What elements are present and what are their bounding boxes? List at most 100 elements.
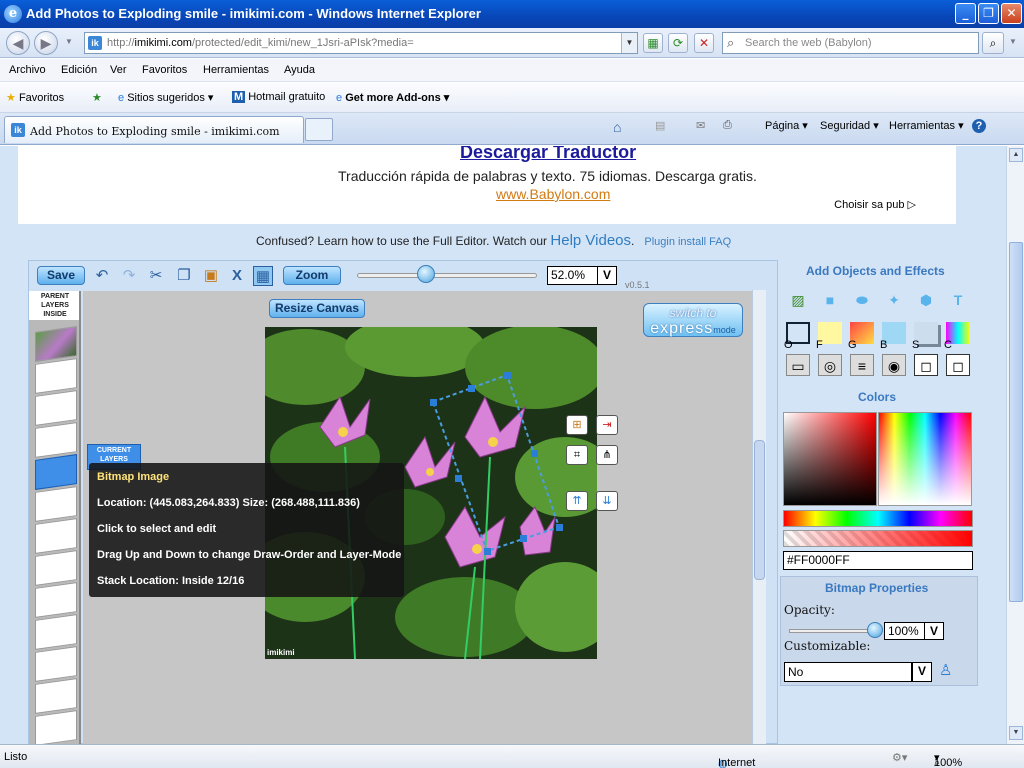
layer-thumbnail[interactable] (35, 614, 77, 650)
zoom-slider[interactable] (357, 273, 537, 278)
stop-icon[interactable]: ✕ (694, 33, 714, 53)
delete-icon[interactable]: X (227, 266, 247, 286)
share-icon[interactable]: ⋔ (596, 445, 618, 465)
tab-active[interactable]: ik Add Photos to Exploding smile - imiki… (4, 116, 304, 143)
add-favorite-icon[interactable]: ★ (92, 91, 102, 104)
choisir-pub-link[interactable]: Choisir sa pub ▷ (834, 198, 916, 211)
search-go-button[interactable]: ⌕ (982, 32, 1004, 54)
tools-menu[interactable]: Herramientas ▾ (889, 119, 964, 132)
page-scrollbar-thumb[interactable] (1009, 242, 1023, 602)
menu-favoritos[interactable]: Favoritos (142, 64, 187, 76)
scroll-down-icon[interactable]: ▼ (1009, 726, 1023, 740)
move-up-icon[interactable]: ⇈ (566, 491, 588, 511)
add-shape-icon[interactable]: ✦ (882, 289, 906, 311)
help-icon[interactable]: ? (972, 119, 986, 133)
layer-thumbnail[interactable] (35, 678, 77, 714)
maximize-button[interactable]: ❐ (978, 3, 999, 24)
address-dropdown-icon[interactable]: ▼ (621, 33, 637, 53)
suggested-sites-link[interactable]: e Sitios sugeridos ▾ (118, 91, 213, 104)
resize-canvas-button[interactable]: Resize Canvas (269, 299, 365, 318)
add-layer-icon[interactable]: ⊞ (566, 415, 588, 435)
editor-scrollbar-thumb[interactable] (754, 440, 765, 580)
grid-icon[interactable]: ▦ (253, 266, 273, 286)
print-icon[interactable]: ⎙ (723, 119, 732, 132)
menu-ayuda[interactable]: Ayuda (284, 64, 315, 76)
menu-archivo[interactable]: Archivo (9, 64, 46, 76)
page-menu[interactable]: Página ▾ (765, 119, 808, 132)
security-menu[interactable]: Seguridad ▾ (820, 119, 879, 132)
copy-icon[interactable]: ❐ (174, 266, 194, 286)
layer-thumbnail[interactable] (35, 582, 77, 618)
close-button[interactable]: ✕ (1001, 3, 1022, 24)
forward-button[interactable]: ▶ (34, 31, 58, 55)
layer-thumbnail-selected[interactable] (35, 454, 77, 490)
switch-to-express-button[interactable]: switch to expressmode (643, 303, 743, 337)
home-icon[interactable]: ⌂ (613, 119, 621, 135)
paste-icon[interactable]: ▣ (201, 266, 221, 286)
hotmail-link[interactable]: M Hotmail gratuito (232, 91, 325, 103)
history-dropdown-icon[interactable]: ▼ (62, 31, 76, 55)
color-spectrum[interactable] (878, 412, 972, 506)
save-button[interactable]: Save (37, 266, 85, 285)
opacity-dropdown-button[interactable]: V (924, 622, 944, 640)
add-hexagon-icon[interactable]: ⬢ (914, 289, 938, 311)
move-down-icon[interactable]: ⇊ (596, 491, 618, 511)
plain-frame-icon[interactable]: ▭ (786, 354, 810, 376)
editor-scrollbar[interactable] (752, 290, 766, 744)
menu-edicion[interactable]: Edición (61, 64, 97, 76)
customizable-select[interactable]: No (784, 662, 912, 682)
replace-layer-icon[interactable]: ⇥ (596, 415, 618, 435)
thought-bubble-icon[interactable]: ◻ (946, 354, 970, 376)
minimize-button[interactable]: _ (955, 3, 976, 24)
layer-thumbnail[interactable] (35, 422, 77, 458)
undo-icon[interactable]: ↶ (92, 266, 112, 286)
text-frame-icon[interactable]: ≡ (850, 354, 874, 376)
back-button[interactable]: ◀ (6, 31, 30, 55)
layer-thumbnail[interactable] (35, 326, 77, 362)
new-tab-button[interactable] (305, 118, 333, 141)
layer-thumbnail[interactable] (35, 710, 77, 744)
ad-headline[interactable]: Descargar Traductor (460, 146, 636, 163)
layer-thumbnail[interactable] (35, 486, 77, 522)
get-addons-link[interactable]: e Get more Add-ons ▾ (336, 91, 449, 104)
redo-icon[interactable]: ↷ (119, 266, 139, 286)
user-remove-icon[interactable]: ♙ (939, 661, 959, 681)
compatibility-icon[interactable]: ▦ (643, 33, 663, 53)
round-frame-icon[interactable]: ◎ (818, 354, 842, 376)
menu-ver[interactable]: Ver (110, 64, 127, 76)
feeds-icon[interactable]: ▤ (655, 119, 665, 132)
mail-icon[interactable]: ✉ (696, 119, 705, 132)
layer-thumbnail[interactable] (35, 550, 77, 586)
round-text-icon[interactable]: ◉ (882, 354, 906, 376)
layer-thumbnail[interactable] (35, 390, 77, 426)
crop-icon[interactable]: ⌗ (566, 445, 588, 465)
refresh-icon[interactable]: ⟳ (668, 33, 688, 53)
zoom-slider-handle[interactable] (417, 265, 435, 283)
speech-bubble-icon[interactable]: ◻ (914, 354, 938, 376)
layer-thumbnail[interactable] (35, 518, 77, 554)
help-videos-link[interactable]: Help Videos (550, 232, 631, 249)
plugin-faq-link[interactable]: Plugin install FAQ (644, 236, 731, 248)
address-url[interactable]: http://imikimi.com/protected/edit_kimi/n… (107, 37, 414, 49)
layer-thumbnail[interactable] (35, 358, 77, 394)
hue-bar[interactable] (783, 510, 973, 527)
layer-thumbnail[interactable] (35, 646, 77, 682)
search-options-icon[interactable]: ▼ (1007, 31, 1019, 55)
opacity-slider[interactable] (789, 629, 877, 633)
zoom-level[interactable]: ⌕ 100% ▾ (934, 751, 962, 768)
hex-color-field[interactable]: #FF0000FF (783, 551, 973, 570)
favorites-button[interactable]: ★ Favoritos (6, 91, 64, 104)
alpha-bar[interactable] (783, 530, 973, 547)
scroll-up-icon[interactable]: ▲ (1009, 148, 1023, 162)
menu-herramientas[interactable]: Herramientas (203, 64, 269, 76)
address-field[interactable]: ik http://imikimi.com/protected/edit_kim… (84, 32, 638, 54)
protected-mode-icon[interactable]: ⚙▾ (892, 751, 907, 764)
add-image-icon[interactable]: ▨ (786, 289, 810, 311)
ad-url[interactable]: www.Babylon.com (496, 186, 610, 202)
opacity-slider-handle[interactable] (867, 622, 883, 638)
page-scrollbar[interactable]: ▲ ▼ (1006, 146, 1024, 744)
zoom-button[interactable]: Zoom (283, 266, 341, 285)
add-rectangle-icon[interactable]: ■ (818, 289, 842, 311)
add-ellipse-icon[interactable]: ⬬ (850, 289, 874, 311)
search-field[interactable]: ⌕ Search the web (Babylon) (722, 32, 979, 54)
